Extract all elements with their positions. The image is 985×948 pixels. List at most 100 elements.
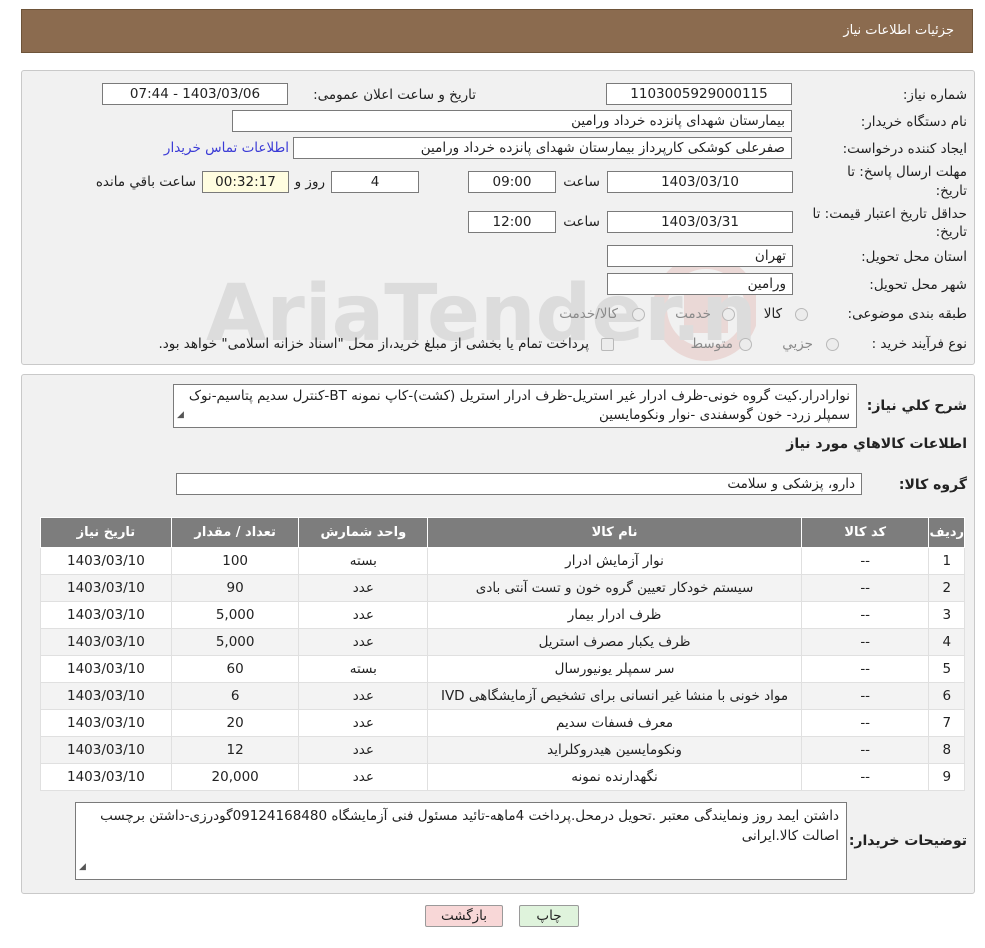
cell-code: -- xyxy=(800,736,930,764)
table-row: 1 -- نوار آزمایش ادرار بسته 100 1403/03/10 xyxy=(40,547,965,575)
cell-row-number: 8 xyxy=(928,736,965,764)
column-header-date: تاریخ نیاز xyxy=(40,517,172,548)
table-row: 8 -- ونکومایسین هیدروکلراید عدد 12 1403/03/10 xyxy=(40,736,965,764)
category-goods-label: کالا xyxy=(763,306,782,322)
cell-quantity: 5,000 xyxy=(170,628,300,656)
description-textarea: نوارادرار.کیت گروه خونی-ظرف ادرار غیر اس… xyxy=(173,384,857,428)
cell-code: -- xyxy=(800,763,930,791)
cell-row-number: 9 xyxy=(928,763,965,791)
days-remaining-field: 4 xyxy=(331,171,419,193)
cell-unit: بسته xyxy=(298,655,429,683)
cell-row-number: 1 xyxy=(928,547,965,575)
cell-name: نوار آزمایش ادرار xyxy=(427,547,802,575)
cell-code: -- xyxy=(800,574,930,602)
province-field: تهران xyxy=(607,245,793,267)
buyer-notes-label: توضیحات خریدار: xyxy=(848,833,967,849)
table-row: 3 -- ظرف ادرار بیمار عدد 5,000 1403/03/10 xyxy=(40,601,965,629)
cell-unit: عدد xyxy=(298,628,429,656)
city-field: ورامین xyxy=(607,273,793,295)
cell-date: 1403/03/10 xyxy=(40,655,172,683)
table-row: 2 -- سیستم خودکار تعیین گروه خون و تست آنت… xyxy=(40,574,965,602)
buyer-org-label: نام دستگاه خریدار: xyxy=(860,114,967,130)
cell-quantity: 60 xyxy=(170,655,300,683)
treasury-checkbox[interactable] xyxy=(601,338,614,351)
deadline-label: مهلت ارسال پاسخ: تا xyxy=(847,164,967,180)
column-header-name: نام کالا xyxy=(427,517,802,548)
cell-quantity: 20,000 xyxy=(170,763,300,791)
column-header-code: کد کالا xyxy=(800,517,930,548)
table-row: 5 -- سر سمپلر یونیورسال بسته 60 1403/03/10 xyxy=(40,655,965,683)
description-text: نوارادرار.کیت گروه خونی-ظرف ادرار غیر اس… xyxy=(188,388,850,423)
category-service-radio[interactable] xyxy=(722,308,735,321)
need-number-label: شماره نیاز: xyxy=(902,87,967,103)
deadline-time-label: ساعت xyxy=(563,174,600,190)
cell-quantity: 12 xyxy=(170,736,300,764)
cell-row-number: 3 xyxy=(928,601,965,629)
buyer-notes-textarea: داشتن ایمد روز ونمایندگی معتبر .تحویل در… xyxy=(75,802,847,880)
cell-date: 1403/03/10 xyxy=(40,601,172,629)
deadline-date-field: 1403/03/10 xyxy=(607,171,793,193)
cell-quantity: 20 xyxy=(170,709,300,737)
deadline-label-line2: تاریخ: xyxy=(935,183,967,199)
deadline-time-field: 09:00 xyxy=(468,171,556,193)
cell-row-number: 7 xyxy=(928,709,965,737)
cell-unit: عدد xyxy=(298,763,429,791)
cell-unit: عدد xyxy=(298,709,429,737)
cell-quantity: 100 xyxy=(170,547,300,575)
validity-time-label: ساعت xyxy=(563,214,600,230)
back-button[interactable]: بازگشت xyxy=(425,905,503,927)
process-medium-radio[interactable] xyxy=(739,338,752,351)
cell-date: 1403/03/10 xyxy=(40,547,172,575)
resize-handle-icon[interactable]: ◢ xyxy=(177,406,184,425)
column-header-unit: واحد شمارش xyxy=(298,517,429,548)
cell-code: -- xyxy=(800,628,930,656)
category-service-label: خدمت xyxy=(675,306,711,322)
cell-quantity: 90 xyxy=(170,574,300,602)
cell-date: 1403/03/10 xyxy=(40,682,172,710)
cell-unit: عدد xyxy=(298,682,429,710)
category-label: طبقه بندی موضوعی: xyxy=(847,306,967,322)
resize-handle-icon[interactable]: ◢ xyxy=(79,857,86,877)
print-button[interactable]: چاپ xyxy=(519,905,579,927)
process-note: پرداخت تمام یا بخشی از مبلغ خرید،از محل … xyxy=(158,336,589,352)
category-goods-service-radio[interactable] xyxy=(632,308,645,321)
validity-label-line2: تاریخ: xyxy=(935,224,967,240)
cell-date: 1403/03/10 xyxy=(40,709,172,737)
province-label: استان محل تحویل: xyxy=(861,249,967,265)
cell-quantity: 5,000 xyxy=(170,601,300,629)
cell-name: سر سمپلر یونیورسال xyxy=(427,655,802,683)
creator-label: ایجاد کننده درخواست: xyxy=(842,141,967,157)
process-label: نوع فرآیند خرید : xyxy=(871,336,967,352)
table-row: 6 -- مواد خونی با منشا غیر انسانی برای تشخ… xyxy=(40,682,965,710)
process-minor-radio[interactable] xyxy=(826,338,839,351)
cell-unit: عدد xyxy=(298,736,429,764)
cell-row-number: 2 xyxy=(928,574,965,602)
remaining-time-field: 00:32:17 xyxy=(202,171,289,193)
cell-name: نگهدارنده نمونه xyxy=(427,763,802,791)
buyer-notes-text: داشتن ایمد روز ونمایندگی معتبر .تحویل در… xyxy=(100,808,839,844)
description-label: شرح کلي نياز: xyxy=(866,398,967,414)
need-number-field: 1103005929000115 xyxy=(606,83,792,105)
cell-name: سیستم خودکار تعیین گروه خون و تست آنتی ب… xyxy=(427,574,802,602)
cell-name: معرف فسفات سدیم xyxy=(427,709,802,737)
cell-name: ظرف یکبار مصرف استریل xyxy=(427,628,802,656)
buyer-contact-link[interactable]: اطلاعات تماس خریدار xyxy=(164,140,289,156)
category-goods-radio[interactable] xyxy=(795,308,808,321)
announce-date-label: تاریخ و ساعت اعلان عمومی: xyxy=(313,87,476,103)
category-goods-service-label: کالا/خدمت xyxy=(559,306,618,322)
goods-section-title: اطلاعات کالاهاي مورد نياز xyxy=(786,436,967,452)
days-label: روز و xyxy=(294,174,325,190)
goods-group-label: گروه کالا: xyxy=(898,477,967,493)
validity-label: حداقل تاریخ اعتبار قیمت: تا xyxy=(812,206,967,222)
cell-date: 1403/03/10 xyxy=(40,628,172,656)
validity-time-field: 12:00 xyxy=(468,211,556,233)
cell-row-number: 6 xyxy=(928,682,965,710)
cell-row-number: 5 xyxy=(928,655,965,683)
validity-date-field: 1403/03/31 xyxy=(607,211,793,233)
cell-code: -- xyxy=(800,601,930,629)
table-header-row: ردیف کد کالا نام کالا واحد شمارش تعداد /… xyxy=(40,517,965,548)
goods-table: ردیف کد کالا نام کالا واحد شمارش تعداد /… xyxy=(40,517,965,791)
table-row: 9 -- نگهدارنده نمونه عدد 20,000 1403/03/10 xyxy=(40,763,965,791)
cell-unit: عدد xyxy=(298,574,429,602)
cell-code: -- xyxy=(800,682,930,710)
